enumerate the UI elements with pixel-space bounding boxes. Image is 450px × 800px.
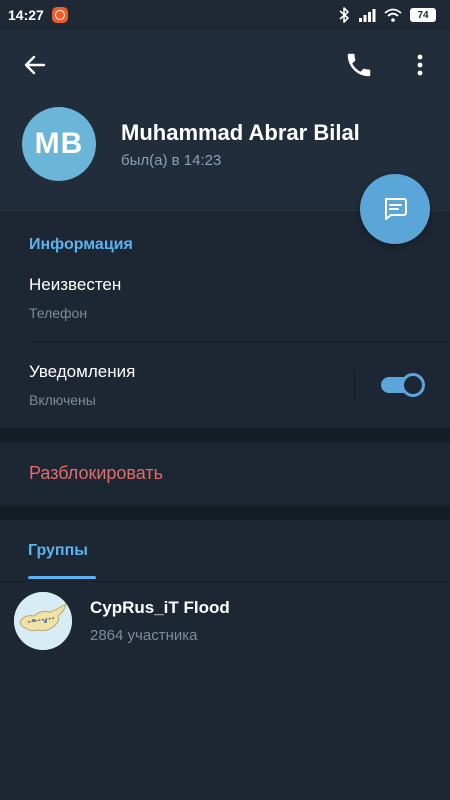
battery-icon: 74: [410, 8, 436, 22]
status-time: 14:27: [8, 7, 44, 23]
status-bar-left: 14:27: [8, 7, 68, 23]
tab-indicator: [28, 576, 96, 579]
notifications-toggle[interactable]: [381, 371, 425, 399]
profile-name: Muhammad Abrar Bilal: [121, 120, 360, 145]
phone-label: Телефон: [29, 305, 88, 321]
group-name: CypRus_iT Flood: [90, 598, 230, 617]
group-members-count: 2864 участника: [90, 627, 198, 644]
info-section: Информация Неизвестен Телефон Уведомлени…: [0, 212, 450, 428]
section-gap: [0, 506, 450, 520]
signal-icon: [359, 9, 376, 22]
section-gap: [0, 428, 450, 442]
cyprus-map-icon: [14, 592, 72, 650]
message-icon: [385, 198, 407, 220]
avatar[interactable]: MB: [22, 107, 96, 181]
notification-app-icon: [51, 7, 68, 23]
arrow-left-icon: [24, 55, 46, 75]
notifications-label: Уведомления: [29, 362, 136, 381]
tab-groups[interactable]: Группы: [28, 542, 88, 560]
avatar-initials: MB: [34, 127, 84, 160]
status-bar: 14:27 74: [0, 0, 450, 30]
bluetooth-icon: [339, 7, 349, 23]
call-button[interactable]: [344, 50, 374, 80]
back-button[interactable]: [20, 50, 50, 80]
phone-value: Неизвестен: [29, 275, 122, 294]
last-seen-status: был(а) в 14:23: [121, 152, 222, 169]
vertical-divider: [354, 369, 355, 401]
more-options-button[interactable]: [408, 50, 432, 80]
toggle-knob: [401, 373, 425, 397]
send-message-button[interactable]: [360, 174, 430, 244]
wifi-icon: [384, 8, 402, 22]
unblock-row[interactable]: Разблокировать: [0, 442, 450, 506]
groups-section: Группы CypRus_iT Flood 2864 участника: [0, 520, 450, 800]
row-divider: [29, 341, 450, 342]
group-avatar: [14, 592, 72, 650]
unblock-button[interactable]: Разблокировать: [29, 463, 163, 484]
info-section-title: Информация: [29, 236, 133, 253]
more-vert-icon: [417, 54, 423, 76]
notifications-state: Включены: [29, 392, 96, 408]
group-list-item[interactable]: CypRus_iT Flood 2864 участника: [0, 582, 450, 660]
phone-icon: [347, 53, 371, 77]
status-bar-right: 74: [338, 7, 436, 23]
